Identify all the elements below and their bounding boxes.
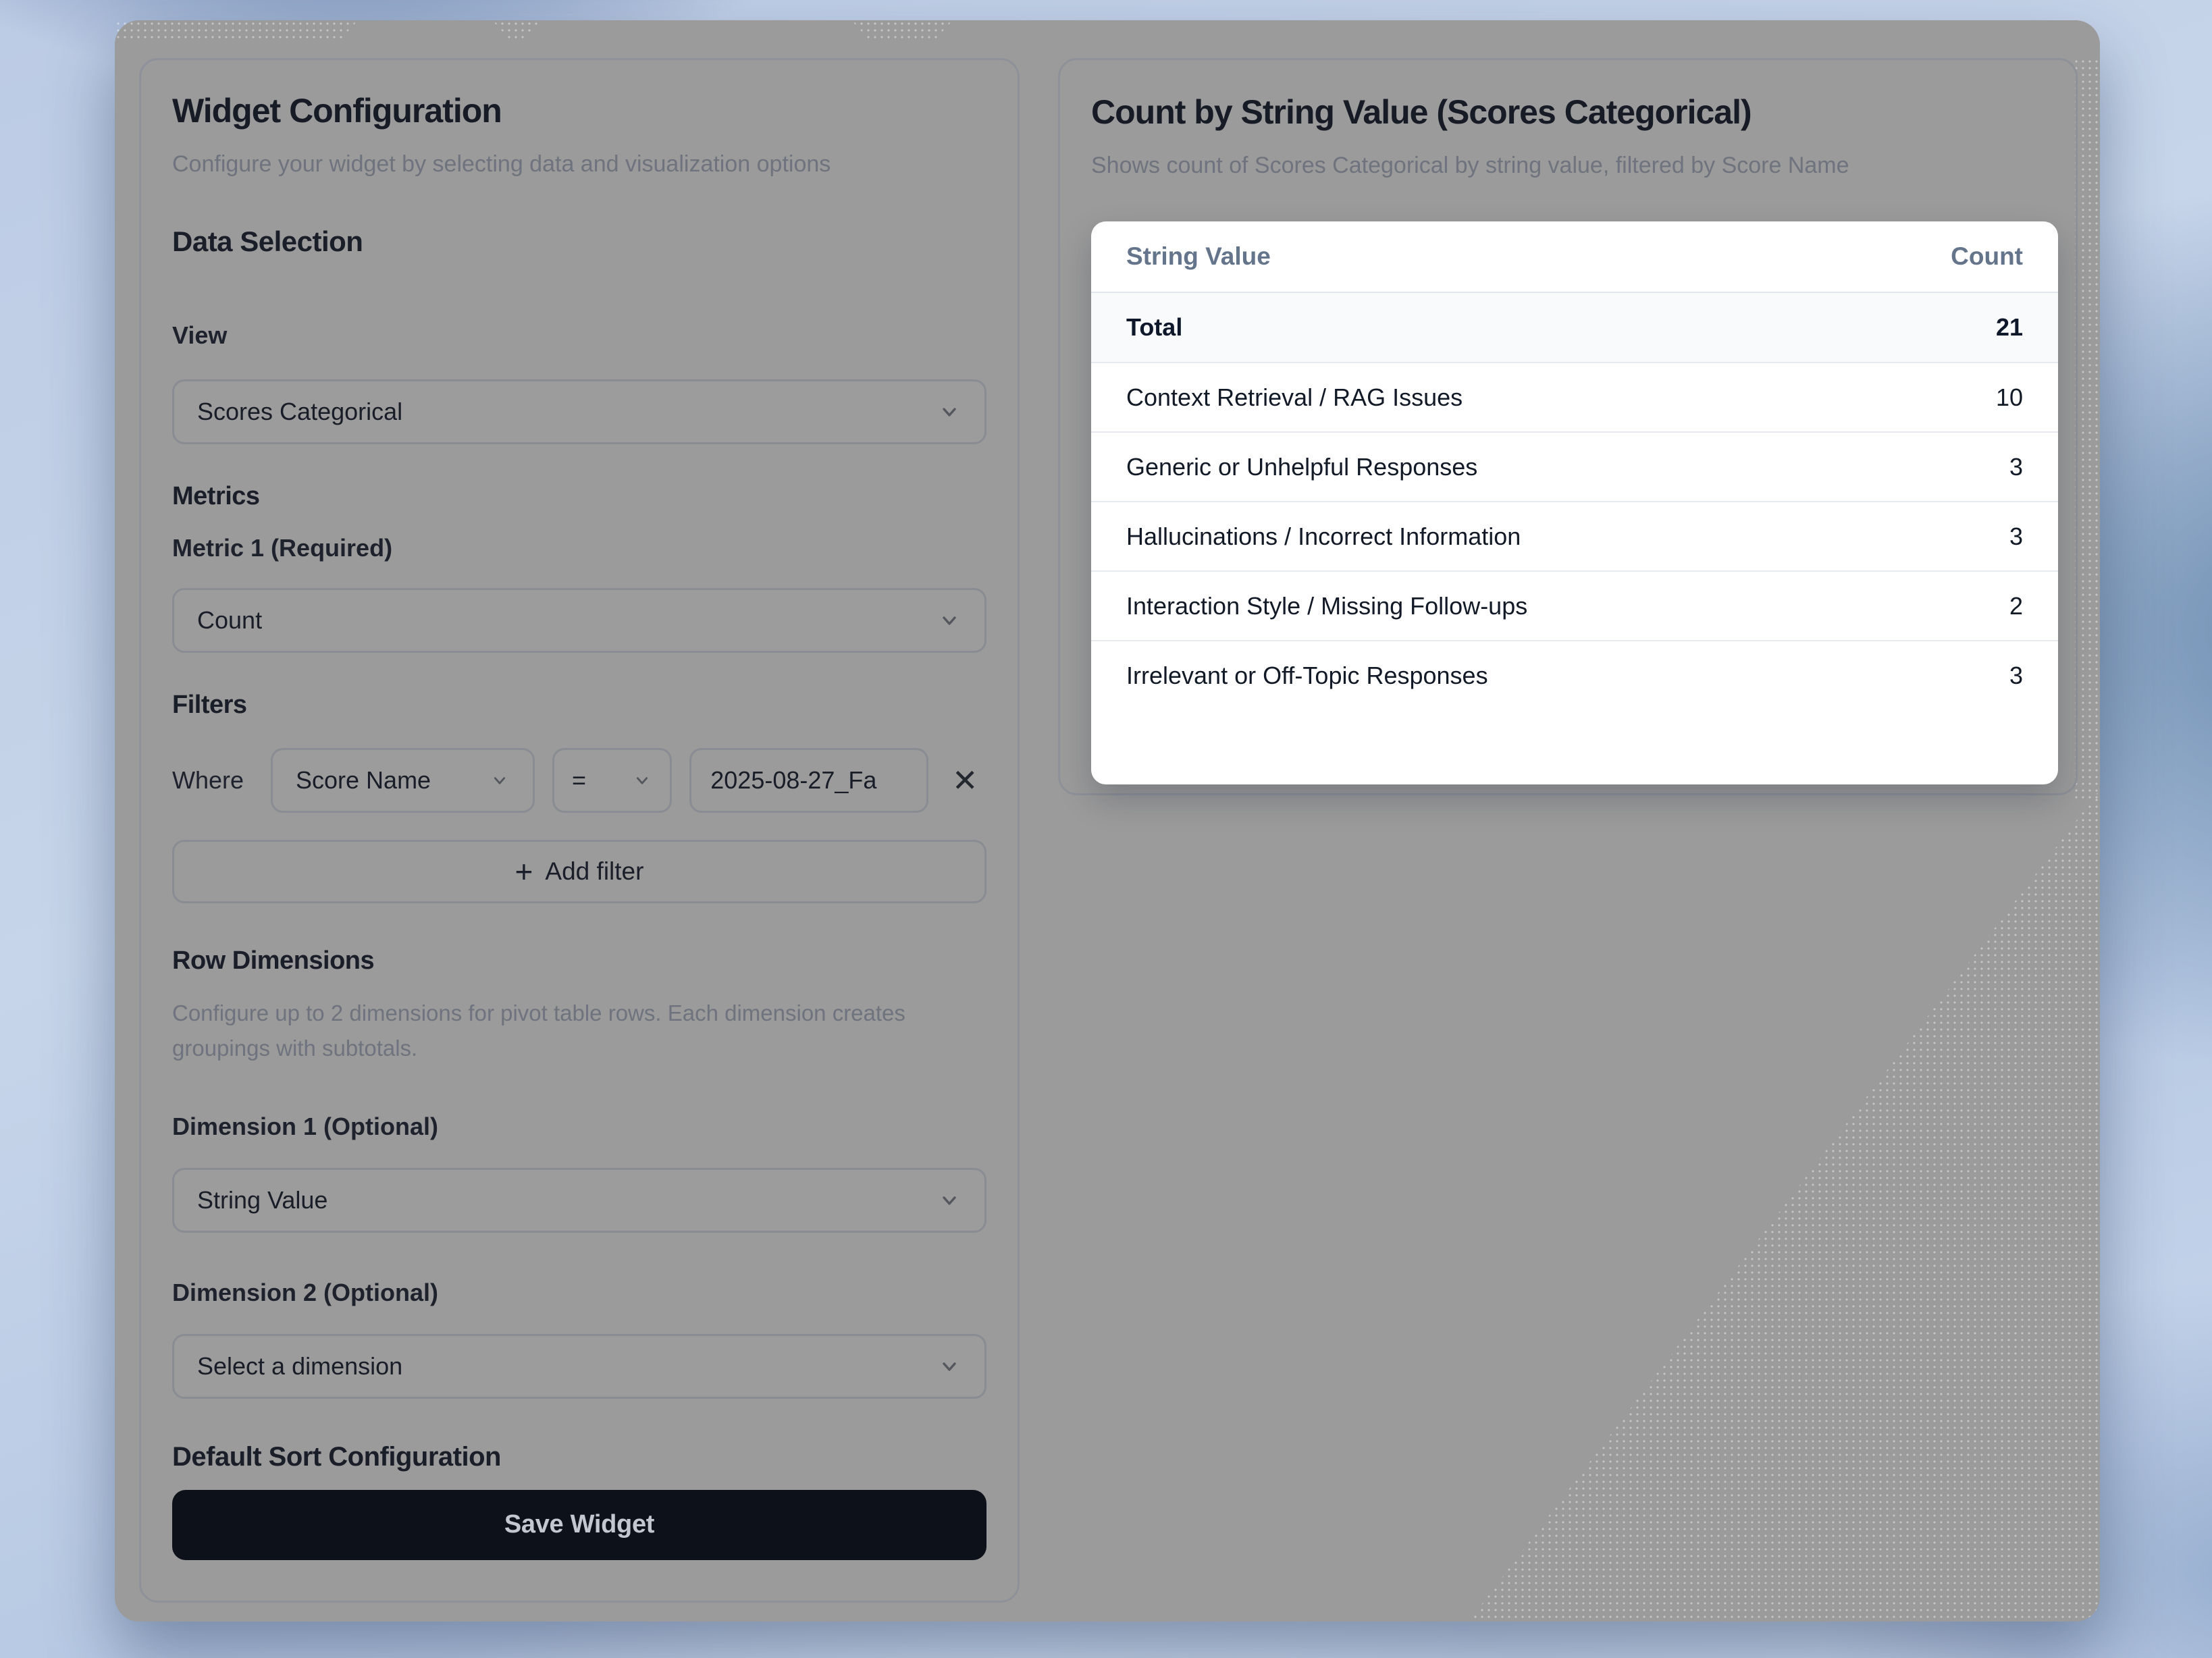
dimension1-select-value: String Value	[197, 1186, 327, 1214]
chevron-down-icon	[937, 400, 962, 424]
row-count: 3	[2009, 523, 2023, 551]
row-label: Context Retrieval / RAG Issues	[1126, 383, 1463, 412]
metric1-label: Metric 1 (Required)	[172, 534, 986, 562]
filter-operator-select[interactable]: =	[552, 748, 672, 813]
dimension2-label: Dimension 2 (Optional)	[172, 1279, 986, 1307]
total-label: Total	[1126, 313, 1182, 342]
widget-configuration-panel: Widget Configuration Configure your widg…	[139, 58, 1020, 1603]
filter-where-label: Where	[172, 766, 271, 795]
metrics-heading: Metrics	[172, 482, 986, 511]
filter-value-text: 2025-08-27_Fa	[710, 766, 876, 795]
dimension2-select[interactable]: Select a dimension	[172, 1334, 986, 1399]
table-row: Generic or Unhelpful Responses 3	[1091, 431, 2058, 501]
remove-filter-button[interactable]: ✕	[943, 759, 986, 802]
table-row: Context Retrieval / RAG Issues 10	[1091, 362, 2058, 431]
table-header-row: String Value Count	[1091, 221, 2058, 292]
sort-configuration-heading: Default Sort Configuration	[172, 1442, 986, 1472]
filter-row: Where Score Name = 2025-08-27_Fa ✕	[172, 748, 986, 813]
filter-value-input[interactable]: 2025-08-27_Fa	[689, 748, 928, 813]
dot-texture	[851, 20, 953, 43]
table-row: Hallucinations / Incorrect Information 3	[1091, 501, 2058, 570]
row-dimensions-help: Configure up to 2 dimensions for pivot t…	[172, 996, 935, 1066]
add-filter-label: Add filter	[545, 857, 643, 886]
dimension2-select-value: Select a dimension	[197, 1352, 402, 1381]
filters-heading: Filters	[172, 691, 986, 720]
view-select[interactable]: Scores Categorical	[172, 379, 986, 444]
save-widget-button[interactable]: Save Widget	[172, 1490, 986, 1560]
page-title: Widget Configuration	[172, 92, 986, 130]
chevron-down-icon	[937, 1354, 962, 1379]
dimension1-select[interactable]: String Value	[172, 1168, 986, 1233]
row-label: Hallucinations / Incorrect Information	[1126, 523, 1521, 551]
preview-title: Count by String Value (Scores Categorica…	[1091, 94, 2058, 131]
chevron-down-icon	[490, 770, 510, 791]
add-filter-button[interactable]: + Add filter	[172, 840, 986, 903]
metric1-select-value: Count	[197, 606, 262, 635]
page-subtitle: Configure your widget by selecting data …	[172, 147, 901, 181]
column-header-count: Count	[1951, 242, 2023, 271]
preview-subtitle: Shows count of Scores Categorical by str…	[1091, 149, 2050, 182]
table-total-row: Total 21	[1091, 292, 2058, 362]
widget-preview-panel: Count by String Value (Scores Categorica…	[1058, 58, 2078, 795]
row-dimensions-heading: Row Dimensions	[172, 946, 986, 975]
data-selection-heading: Data Selection	[172, 225, 986, 258]
row-count: 10	[1996, 383, 2023, 412]
metric1-select[interactable]: Count	[172, 588, 986, 653]
column-header-string-value: String Value	[1126, 242, 1271, 271]
row-count: 3	[2009, 662, 2023, 690]
table-row: Interaction Style / Missing Follow-ups 2	[1091, 570, 2058, 640]
widget-builder-dialog: Widget Configuration Configure your widg…	[115, 20, 2100, 1622]
table-row: Irrelevant or Off-Topic Responses 3	[1091, 640, 2058, 710]
total-count: 21	[1996, 313, 2023, 342]
view-label: View	[172, 321, 986, 350]
dot-texture	[115, 20, 358, 43]
row-label: Interaction Style / Missing Follow-ups	[1126, 592, 1527, 620]
screen: Widget Configuration Configure your widg…	[0, 0, 2212, 1658]
filter-column-value: Score Name	[296, 766, 431, 795]
row-label: Irrelevant or Off-Topic Responses	[1126, 662, 1488, 690]
close-icon: ✕	[952, 763, 978, 798]
filter-column-select[interactable]: Score Name	[271, 748, 535, 813]
row-count: 3	[2009, 453, 2023, 481]
row-count: 2	[2009, 592, 2023, 620]
filter-operator-value: =	[572, 766, 586, 795]
dimension1-label: Dimension 1 (Optional)	[172, 1113, 986, 1141]
pivot-table-card: String Value Count Total 21 Context Retr…	[1091, 221, 2058, 784]
chevron-down-icon	[632, 770, 652, 791]
chevron-down-icon	[937, 1188, 962, 1212]
chevron-down-icon	[937, 608, 962, 633]
dot-texture	[492, 20, 542, 43]
view-select-value: Scores Categorical	[197, 398, 402, 426]
row-label: Generic or Unhelpful Responses	[1126, 453, 1477, 481]
